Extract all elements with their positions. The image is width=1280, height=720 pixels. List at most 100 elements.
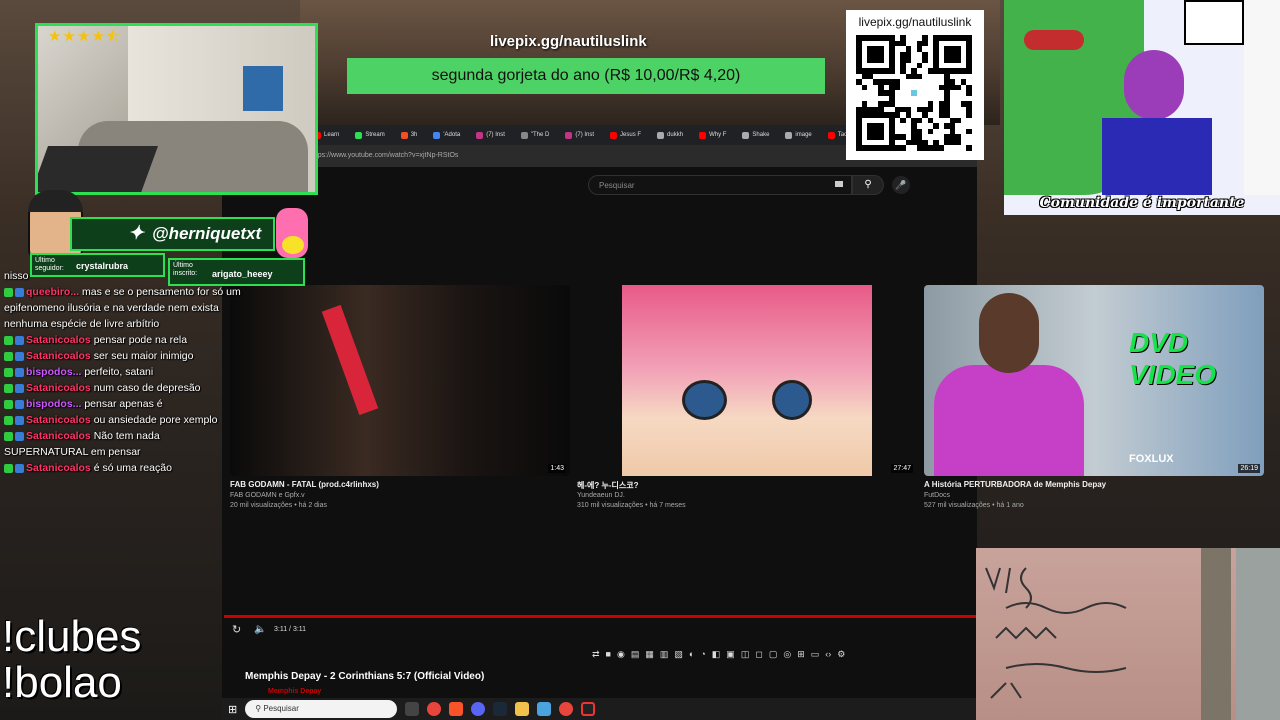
browser-tab[interactable]: Jesus F: [604, 131, 647, 139]
windows-start-icon[interactable]: ⊞: [228, 703, 237, 716]
mic-button[interactable]: 🎤: [892, 176, 910, 194]
tab-favicon-icon: [400, 131, 408, 139]
player-tool-icon[interactable]: ▣: [726, 649, 735, 660]
chrome-active-icon[interactable]: [559, 702, 574, 716]
player-tool-icon[interactable]: ▦: [645, 649, 654, 660]
player-tool-icon[interactable]: ▤: [631, 649, 640, 660]
star-icon: ★: [48, 28, 63, 45]
badge-icon: [4, 463, 13, 473]
chat-message: Satanicoalos num caso de depresão: [4, 380, 244, 396]
progress-bar[interactable]: [224, 615, 977, 618]
player-tool-icon[interactable]: ▥: [660, 649, 669, 660]
video-title[interactable]: 헤-에? 누-디스코?: [577, 480, 638, 491]
browser-tab[interactable]: dukkh: [651, 131, 689, 139]
browser-tab[interactable]: Stream: [349, 131, 390, 139]
tab-favicon-icon: [742, 131, 750, 139]
video-channel[interactable]: Yundeaeun DJ.: [577, 492, 625, 499]
chat-message: Satanicoalos pensar pode na rela: [4, 332, 244, 348]
twitter-panel: ✦ @herniquetxt: [70, 217, 275, 251]
browser-tab[interactable]: (7) Inst: [470, 131, 511, 139]
player-tool-icon[interactable]: ■: [606, 649, 611, 659]
search-icon: ⚲: [864, 179, 872, 190]
chat-text: ou ansiedade pore xemplo: [93, 414, 218, 426]
browser-tab[interactable]: 3h: [395, 131, 424, 139]
video-thumbnail[interactable]: 1:43: [230, 285, 570, 476]
search-button[interactable]: ⚲: [852, 175, 884, 195]
steam-icon[interactable]: [493, 702, 508, 716]
star-icon: ★: [91, 28, 106, 45]
browser-tab[interactable]: Why F: [693, 131, 732, 139]
chrome-icon[interactable]: [427, 702, 442, 716]
badge-icon: [4, 335, 13, 345]
chat-text: num caso de depresão: [93, 382, 201, 394]
player-tool-icon[interactable]: ⚙: [837, 649, 845, 660]
player-tool-icon[interactable]: ‹›: [825, 649, 831, 659]
badge-icon: [4, 431, 13, 441]
video-thumbnail[interactable]: 27:47: [577, 285, 917, 476]
avatar-right: [276, 208, 308, 258]
chat-text: ser seu maior inimigo: [93, 350, 194, 362]
player-tool-icon[interactable]: ▭: [811, 649, 820, 660]
browser-tab[interactable]: Shake: [736, 131, 775, 139]
star-icon: ⯪: [105, 28, 122, 45]
tab-favicon-icon: [699, 131, 707, 139]
chat-message: Satanicoalos ser seu maior inimigo: [4, 348, 244, 364]
search-input[interactable]: Pesquisar: [588, 175, 852, 195]
video-duration: 27:47: [891, 464, 913, 473]
player-tool-icon[interactable]: ⊞: [797, 649, 805, 660]
badge-icon: [4, 415, 13, 425]
volume-icon[interactable]: 🔈: [254, 624, 266, 635]
tab-favicon-icon: [827, 131, 835, 139]
cartoon-caption: Comunidade é importante: [1039, 195, 1245, 211]
chat-text: perfeito, satani: [84, 366, 154, 378]
taskbar-search[interactable]: ⚲ Pesquisar: [245, 700, 398, 718]
tab-favicon-icon: [355, 131, 363, 139]
player-tool-icon[interactable]: ▢: [769, 649, 778, 660]
channel-name[interactable]: Memphis Depay: [268, 688, 321, 695]
tab-favicon-icon: [565, 131, 573, 139]
brave-icon[interactable]: [449, 702, 464, 716]
player-tool-icon[interactable]: ◻: [755, 649, 762, 660]
player-tool-icon[interactable]: ◔: [700, 649, 705, 659]
qr-url: livepix.gg/nautiluslink: [858, 15, 972, 29]
task-view-icon[interactable]: [405, 702, 420, 716]
chat-text: pensar pode na rela: [93, 334, 188, 346]
video-channel[interactable]: FutDocs: [924, 492, 950, 499]
star-icon: ★: [62, 28, 77, 45]
badge-icon: [4, 287, 13, 297]
keyboard-icon[interactable]: [835, 181, 843, 187]
chat-text: pensar apenas é: [84, 398, 163, 410]
video-title[interactable]: A História PERTURBADORA de Memphis Depay: [924, 480, 1106, 489]
browser-tab[interactable]: "The D: [515, 131, 555, 139]
video-title[interactable]: FAB GODAMN - FATAL (prod.c4rlinhxs): [230, 480, 379, 489]
chat-username: Satanicoalos: [26, 462, 91, 474]
player-tool-icon[interactable]: ⇄: [592, 649, 600, 660]
chat-message: bispodos... perfeito, satani: [4, 364, 244, 380]
browser-tab[interactable]: image: [779, 131, 817, 139]
chat-message: queebiro... mas e se o pensamento for só…: [4, 284, 244, 332]
replay-icon[interactable]: ↻: [232, 623, 241, 636]
player-tool-icon[interactable]: ▧: [674, 649, 683, 660]
file-explorer-icon[interactable]: [515, 702, 530, 716]
video-channel[interactable]: FAB GODAMN e Gpfx.v: [230, 492, 305, 499]
badge-icon: [4, 383, 13, 393]
player-tool-icon[interactable]: ◎: [783, 649, 791, 660]
browser-tab[interactable]: 'Adota: [427, 131, 466, 139]
pix-url: livepix.gg/nautiluslink: [490, 33, 647, 50]
discord-icon[interactable]: [471, 702, 486, 716]
badge-icon: [15, 415, 24, 425]
player-tool-icon[interactable]: ◐: [689, 649, 694, 659]
obs-icon[interactable]: [581, 702, 596, 716]
chat-username: bispodos...: [26, 366, 82, 378]
notepad-icon[interactable]: [537, 702, 552, 716]
player-tool-icon[interactable]: ◉: [617, 649, 625, 660]
player-tool-icon[interactable]: ◧: [712, 649, 721, 660]
cartoon-image: [1004, 0, 1280, 215]
time-display: 3:11 / 3:11: [274, 626, 307, 633]
chat-message: Satanicoalos Não tem nada SUPERNATURAL e…: [4, 428, 244, 460]
video-thumbnail[interactable]: DVD VIDEO FOXLUX 26:19: [924, 285, 1264, 476]
player-tool-icon[interactable]: ◫: [741, 649, 750, 660]
chat-message: Satanicoalos é só uma reação: [4, 460, 244, 476]
browser-tab[interactable]: (7) Inst: [559, 131, 600, 139]
star-rating: ★★★★⯪: [48, 26, 121, 51]
